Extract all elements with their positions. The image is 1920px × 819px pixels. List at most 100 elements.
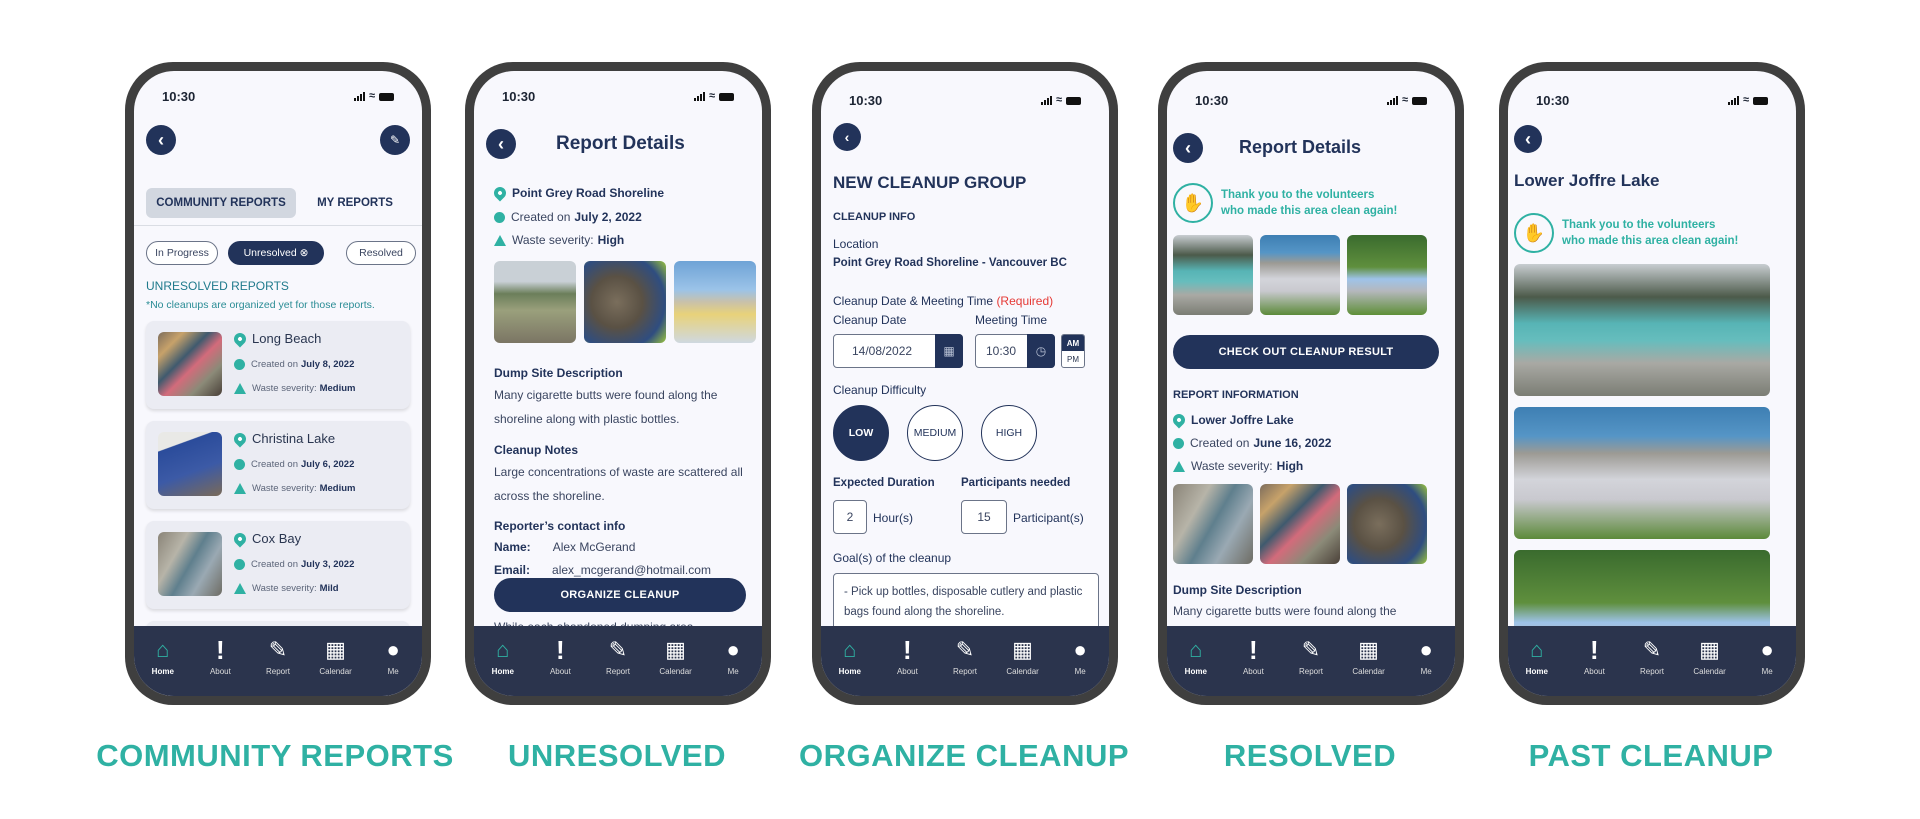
check-cleanup-result-button[interactable]: CHECK OUT CLEANUP RESULT [1173, 335, 1439, 369]
result-photo[interactable] [1173, 235, 1253, 315]
nav-item-me[interactable]: ● Me [1055, 636, 1105, 677]
nav-item-home[interactable]: ⌂ Home [1171, 636, 1221, 677]
nav-item-me[interactable]: ● Me [1401, 636, 1451, 677]
created-date: June 16, 2022 [1253, 436, 1332, 450]
nav-label: Calendar [659, 667, 692, 676]
nav-label: Report [952, 667, 977, 676]
report-name: Long Beach [252, 331, 322, 346]
nav-item-home[interactable]: ⌂ Home [1512, 636, 1562, 677]
nav-item-calendar[interactable]: ▦ Calendar [998, 636, 1048, 677]
report-card[interactable]: Long Beach Created on July 8, 2022 Waste … [146, 321, 410, 409]
site-photo[interactable] [1347, 484, 1427, 564]
nav-item-about[interactable]: ! About [195, 636, 245, 676]
wifi-icon: ≈ [708, 90, 715, 102]
cleanup-photo[interactable] [1514, 264, 1770, 396]
nav-item-calendar[interactable]: ▦ Calendar [1685, 636, 1735, 677]
tab-community-reports[interactable]: COMMUNITY REPORTS [146, 188, 296, 218]
organize-cleanup-button[interactable]: ORGANIZE CLEANUP [494, 578, 746, 612]
am-pm-toggle[interactable]: AM PM [1061, 334, 1085, 368]
participants-input[interactable]: 15 [961, 500, 1007, 534]
exclamation-icon: ! [216, 635, 225, 665]
nav-item-about[interactable]: ! About [1228, 636, 1278, 676]
filter-unresolved[interactable]: Unresolved ⊗ [228, 241, 324, 265]
nav-label: About [209, 667, 231, 676]
result-photo[interactable] [1347, 235, 1427, 315]
nav-label: About [896, 667, 918, 676]
nav-label: Me [1074, 667, 1086, 676]
clock-icon [234, 559, 245, 570]
calendar-picker-button[interactable]: ▦ [935, 334, 963, 368]
nav-item-report[interactable]: ✎ Report [1627, 636, 1677, 677]
calendar-icon: ▦ [1358, 637, 1379, 662]
nav-item-me[interactable]: ● Me [368, 636, 418, 677]
difficulty-high[interactable]: HIGH [981, 405, 1037, 461]
nav-item-report[interactable]: ✎ Report [593, 636, 643, 677]
signal-icon [693, 92, 705, 101]
status-bar: 10:30 ≈ [162, 89, 394, 104]
nav-item-home[interactable]: ⌂ Home [825, 636, 875, 677]
back-button[interactable]: ‹ [486, 129, 516, 159]
report-severity: Medium [319, 483, 356, 494]
nav-item-report[interactable]: ✎ Report [940, 636, 990, 677]
caption-organize-cleanup: ORGANIZE CLEANUP [798, 738, 1130, 773]
site-photo[interactable] [584, 261, 666, 343]
difficulty-medium[interactable]: MEDIUM [907, 405, 963, 461]
back-button[interactable]: ‹ [833, 123, 861, 151]
close-circle-icon[interactable]: ⊗ [300, 247, 309, 259]
duration-input[interactable]: 2 [833, 500, 867, 534]
nav-item-about[interactable]: ! About [882, 636, 932, 676]
phone-past-cleanup: 10:30 ≈ ‹ Lower Joffre Lake ✋ Thank you … [1499, 62, 1805, 705]
section-title: UNRESOLVED REPORTS [146, 279, 289, 293]
site-photo[interactable] [1260, 484, 1340, 564]
filter-in-progress[interactable]: In Progress [146, 241, 218, 265]
status-time: 10:30 [849, 93, 883, 108]
tab-my-reports[interactable]: MY REPORTS [300, 188, 410, 218]
nav-item-about[interactable]: ! About [535, 636, 585, 676]
nav-label: Home [1525, 667, 1548, 676]
location-value[interactable]: Point Grey Road Shoreline - Vancouver BC [833, 257, 1067, 269]
report-card[interactable]: Cox Bay Created on July 3, 2022 Waste sev… [146, 521, 410, 609]
battery-icon [1753, 96, 1768, 105]
notes-heading: Cleanup Notes [494, 443, 579, 457]
nav-item-home[interactable]: ⌂ Home [138, 636, 188, 677]
filter-resolved[interactable]: Resolved [346, 241, 416, 265]
site-photo[interactable] [1173, 484, 1253, 564]
bottom-nav: ⌂ Home! About ✎ Report ▦ Calendar ● Me [1167, 626, 1455, 696]
back-button[interactable]: ‹ [146, 125, 176, 155]
nav-label: About [549, 667, 571, 676]
am-option[interactable]: AM [1062, 335, 1084, 351]
bottom-nav: ⌂ Home! About ✎ Report ▦ Calendar ● Me [1508, 626, 1796, 696]
wifi-icon: ≈ [368, 90, 375, 102]
cleanup-photo[interactable] [1514, 407, 1770, 539]
new-report-button[interactable]: ✎ [380, 125, 410, 155]
time-picker-button[interactable]: ◷ [1027, 334, 1055, 368]
back-button[interactable]: ‹ [1173, 133, 1203, 163]
difficulty-low[interactable]: LOW [833, 405, 889, 461]
user-icon: ● [726, 637, 740, 662]
nav-item-calendar[interactable]: ▦ Calendar [651, 636, 701, 677]
wifi-icon: ≈ [1742, 94, 1749, 106]
nav-item-about[interactable]: ! About [1569, 636, 1619, 676]
nav-label: Calendar [1352, 667, 1385, 676]
phone-organize-cleanup: 10:30 ≈ ‹ NEW CLEANUP GROUP CLEANUP INFO… [812, 62, 1118, 705]
nav-item-home[interactable]: ⌂ Home [478, 636, 528, 677]
nav-item-me[interactable]: ● Me [1742, 636, 1792, 677]
nav-item-report[interactable]: ✎ Report [253, 636, 303, 677]
result-photo[interactable] [1260, 235, 1340, 315]
helping-hands-icon: ✋ [1173, 183, 1213, 223]
nav-item-report[interactable]: ✎ Report [1286, 636, 1336, 677]
nav-item-calendar[interactable]: ▦ Calendar [311, 636, 361, 677]
nav-item-me[interactable]: ● Me [708, 636, 758, 677]
nav-item-calendar[interactable]: ▦ Calendar [1344, 636, 1394, 677]
battery-icon [1412, 96, 1427, 105]
pm-option[interactable]: PM [1062, 351, 1084, 367]
calendar-icon: ▦ [1699, 637, 1720, 662]
clock-icon [494, 211, 505, 223]
location-pin-icon [231, 430, 249, 447]
site-photo[interactable] [674, 261, 756, 343]
nav-label: Home [1184, 667, 1207, 676]
report-card[interactable]: Christina Lake Created on July 6, 2022 Wa… [146, 421, 410, 509]
site-photo[interactable] [494, 261, 576, 343]
back-button[interactable]: ‹ [1514, 125, 1542, 153]
user-icon: ● [1419, 637, 1433, 662]
